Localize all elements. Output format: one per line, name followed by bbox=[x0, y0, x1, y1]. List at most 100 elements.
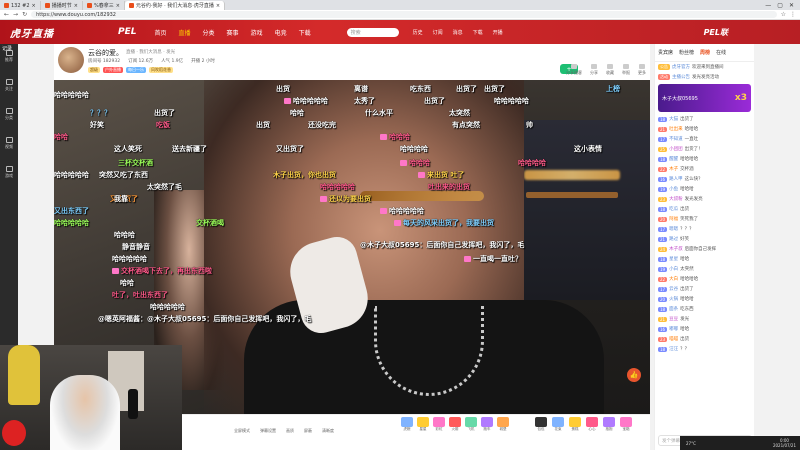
tab-close-icon[interactable]: × bbox=[116, 3, 120, 9]
gift-item[interactable]: 花束 bbox=[551, 417, 565, 432]
room-action[interactable]: 收藏 bbox=[606, 64, 614, 76]
star-icon[interactable]: ☆ bbox=[781, 11, 786, 18]
chat-user[interactable]: 火锅 bbox=[669, 296, 678, 302]
chat-user[interactable]: 大白 bbox=[669, 276, 678, 282]
chat-user[interactable]: 面条 bbox=[669, 306, 678, 312]
player-tool[interactable]: 弹幕设置 bbox=[260, 428, 276, 434]
player-tool[interactable]: 全屏模式 bbox=[234, 428, 250, 434]
chat-user[interactable]: 路人甲 bbox=[669, 176, 683, 182]
chat-user[interactable]: 木子叔 bbox=[669, 246, 683, 252]
chat-user[interactable]: 醒醒 bbox=[669, 156, 678, 162]
chat-tab[interactable]: 粉丝榜 bbox=[679, 49, 694, 56]
chat-user[interactable]: 吐出来 bbox=[669, 126, 683, 132]
gift-item[interactable]: 心心 bbox=[585, 417, 599, 432]
chat-user[interactable]: 小白 bbox=[669, 266, 678, 272]
chat-user[interactable]: 嘟嘟 bbox=[669, 326, 678, 332]
chat-tab[interactable]: 贵宾席 bbox=[658, 49, 673, 56]
gift-item[interactable]: 跑车 bbox=[480, 417, 494, 432]
chat-user[interactable]: 木子 bbox=[669, 166, 678, 172]
player-tool[interactable]: 画质 bbox=[286, 428, 294, 434]
chat-user[interactable]: 阿福 bbox=[669, 216, 678, 222]
room-tag[interactable]: 户外直播 bbox=[103, 67, 123, 73]
browser-tab[interactable]: 132 #2 × bbox=[0, 1, 41, 10]
forward-icon[interactable]: → bbox=[13, 11, 18, 18]
sidebar-item[interactable]: 游戏 bbox=[5, 166, 13, 179]
gift-item[interactable]: 虎粮 bbox=[400, 417, 414, 432]
browser-tab[interactable]: 元谷约·我好 · 我们大消息·虎牙直播 × bbox=[124, 1, 226, 10]
chat-user[interactable]: 大叔粉 bbox=[669, 196, 683, 202]
chat-user[interactable]: 汪汪 bbox=[669, 346, 678, 352]
site-logo[interactable]: 虎牙直播 bbox=[0, 20, 64, 44]
room-action[interactable]: 举报 bbox=[622, 64, 630, 76]
player-tool[interactable]: 屏蔽 bbox=[304, 428, 312, 434]
gift-item[interactable]: 城堡 bbox=[496, 417, 510, 432]
player-tool[interactable]: 清晰度 bbox=[322, 428, 334, 434]
tab-close-icon[interactable]: × bbox=[216, 3, 220, 9]
chat-user[interactable]: 路过 bbox=[669, 236, 678, 242]
minimize-icon[interactable]: — bbox=[765, 2, 771, 9]
room-tag[interactable]: 超级 bbox=[88, 67, 100, 73]
maximize-icon[interactable]: ▢ bbox=[777, 2, 783, 9]
tab-close-icon[interactable]: × bbox=[74, 3, 78, 9]
chat-tab[interactable]: 在线 bbox=[716, 49, 726, 56]
gift-item[interactable]: 包包 bbox=[534, 417, 548, 432]
header-icon-item[interactable]: 开播 bbox=[493, 29, 503, 36]
gift-item[interactable]: 火箭 bbox=[448, 417, 462, 432]
nav-item[interactable]: 分类 bbox=[203, 28, 215, 37]
header-icon-item[interactable]: 下载 bbox=[473, 29, 483, 36]
nav-item[interactable]: 首页 bbox=[154, 28, 166, 37]
chat-user[interactable]: 豆豆 bbox=[669, 316, 678, 322]
room-tag[interactable]: 风吹稻花香 bbox=[149, 67, 173, 73]
close-icon[interactable]: ✕ bbox=[789, 2, 794, 9]
nav-item[interactable]: 下载 bbox=[299, 28, 311, 37]
room-action[interactable]: 分享播客 bbox=[566, 64, 582, 76]
header-icon-item[interactable]: 历史 bbox=[413, 29, 423, 36]
danmaku-text: 出货了 bbox=[456, 85, 477, 93]
pinned-user[interactable]: 主播公告 bbox=[672, 74, 690, 80]
search-input[interactable]: 搜索 bbox=[346, 27, 399, 37]
gift-item[interactable]: 宝箱 bbox=[619, 417, 633, 432]
chat-user[interactable]: 小团团 bbox=[669, 146, 683, 152]
header-icon-item[interactable]: 消息 bbox=[453, 29, 463, 36]
chat-user[interactable]: 大猫 bbox=[669, 116, 678, 122]
url-input[interactable]: https://www.douyu.com/182932 bbox=[31, 11, 777, 18]
chat-tab[interactable]: 周榜 bbox=[700, 49, 710, 56]
chat-text: 这么快？ bbox=[684, 177, 703, 182]
back-icon[interactable]: ← bbox=[4, 11, 9, 18]
sidebar-item[interactable]: 视频 bbox=[5, 137, 13, 150]
chat-user[interactable]: 星星 bbox=[669, 256, 678, 262]
chat-user[interactable]: 云谷 bbox=[669, 286, 678, 292]
like-button[interactable]: 👍 bbox=[627, 368, 641, 382]
tab-close-icon[interactable]: × bbox=[32, 3, 36, 9]
gift-item[interactable]: 星星 bbox=[416, 417, 430, 432]
gift-item[interactable]: 飞机 bbox=[464, 417, 478, 432]
gift-item[interactable]: 抱抱 bbox=[602, 417, 616, 432]
avatar[interactable] bbox=[58, 47, 84, 73]
room-action[interactable]: 分享 bbox=[590, 64, 598, 76]
browser-tab[interactable]: %春拿三 × bbox=[83, 1, 125, 10]
browser-tab[interactable]: 播播时节 × bbox=[41, 1, 83, 10]
gift-item[interactable]: 蛋糕 bbox=[568, 417, 582, 432]
chat-user[interactable]: 喵喵 bbox=[669, 336, 678, 342]
nav-item[interactable]: 赛事 bbox=[227, 28, 239, 37]
room-action[interactable]: 更多 bbox=[638, 64, 646, 76]
menu-icon[interactable]: ⋮ bbox=[790, 11, 796, 18]
danmaku-text: 每天的风采出货了，我要出货 bbox=[403, 219, 494, 227]
chat-user[interactable]: 小鱼 bbox=[669, 186, 678, 192]
gift-label: 火箭 bbox=[451, 427, 459, 431]
header-icon-item[interactable]: 订阅 bbox=[433, 29, 443, 36]
pinned-badge: 活动 bbox=[658, 74, 670, 80]
chat-user[interactable]: 不知道 bbox=[669, 136, 683, 142]
gift-item[interactable]: 彩虹 bbox=[432, 417, 446, 432]
gift-banner[interactable]: 木子大叔05695 x3 bbox=[658, 84, 751, 112]
chat-user[interactable]: 嗯嗯 bbox=[669, 226, 678, 232]
reload-icon[interactable]: ↻ bbox=[22, 11, 27, 18]
nav-item[interactable]: 游戏 bbox=[251, 28, 263, 37]
nav-item[interactable]: 直播 bbox=[179, 28, 191, 37]
sidebar-item[interactable]: 关注 bbox=[5, 79, 13, 92]
room-tag[interactable]: 每日一乐 bbox=[126, 67, 146, 73]
pinned-user[interactable]: 虎牙官方 bbox=[672, 64, 690, 70]
chat-user[interactable]: 吃瓜 bbox=[669, 206, 678, 212]
nav-item[interactable]: 电竞 bbox=[275, 28, 287, 37]
sidebar-item[interactable]: 分类 bbox=[5, 108, 13, 121]
